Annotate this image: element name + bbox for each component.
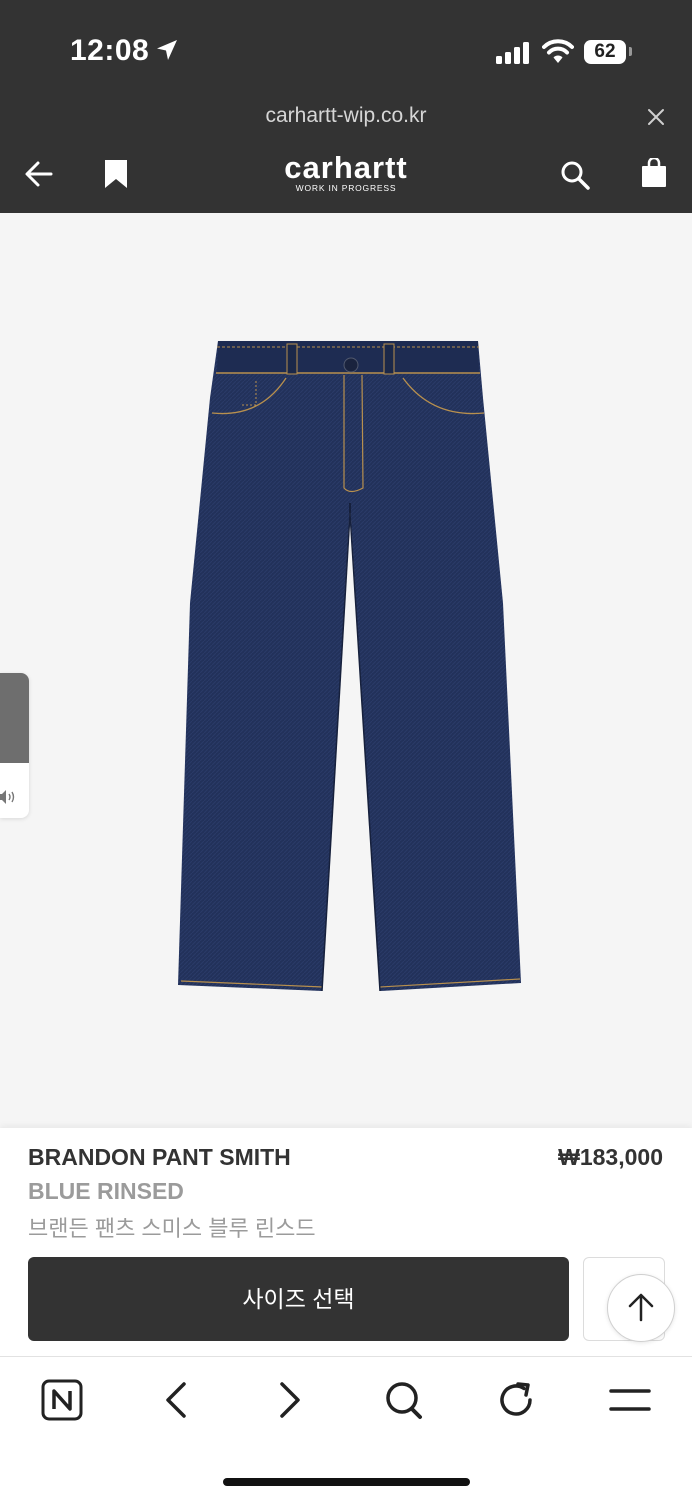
forward-chevron-icon[interactable] [277, 1379, 303, 1421]
cellular-signal-icon [496, 42, 529, 64]
volume-level-fill [0, 673, 29, 763]
jeans-image [178, 341, 521, 992]
product-info-panel: BRANDON PANT SMITH ₩183,000 BLUE RINSED … [0, 1128, 692, 1356]
search-icon[interactable] [560, 160, 590, 190]
naver-home-icon[interactable] [41, 1379, 83, 1421]
product-price: ₩183,000 [558, 1144, 663, 1170]
select-size-button[interactable]: 사이즈 선택 [28, 1257, 569, 1341]
product-name-korean: 브랜든 팬츠 스미스 블루 린스드 [28, 1216, 316, 1241]
battery-indicator: 62 [584, 40, 626, 64]
arrow-up-icon [628, 1293, 654, 1322]
battery-tip [629, 47, 632, 56]
scroll-to-top-button[interactable] [607, 1274, 675, 1342]
search-icon[interactable] [384, 1379, 424, 1421]
menu-icon[interactable] [609, 1379, 651, 1421]
refresh-icon[interactable] [497, 1379, 537, 1421]
wifi-icon [542, 39, 574, 63]
close-icon[interactable] [646, 107, 666, 127]
browser-url[interactable]: carhartt-wip.co.kr [0, 104, 692, 128]
browser-toolbar [0, 1356, 692, 1501]
top-header: 12:08 62 carhartt-wip.co.kr carhartt WOR… [0, 0, 692, 213]
shopping-bag-icon[interactable] [641, 158, 667, 188]
product-name: BRANDON PANT SMITH [28, 1144, 291, 1170]
volume-slider-widget[interactable] [0, 673, 29, 818]
home-indicator[interactable] [223, 1478, 470, 1486]
location-arrow-icon [157, 40, 177, 60]
status-time: 12:08 [70, 34, 150, 67]
product-color: BLUE RINSED [28, 1178, 184, 1204]
speaker-icon [0, 790, 15, 804]
product-image-area[interactable] [0, 213, 692, 1128]
back-chevron-icon[interactable] [163, 1379, 189, 1421]
